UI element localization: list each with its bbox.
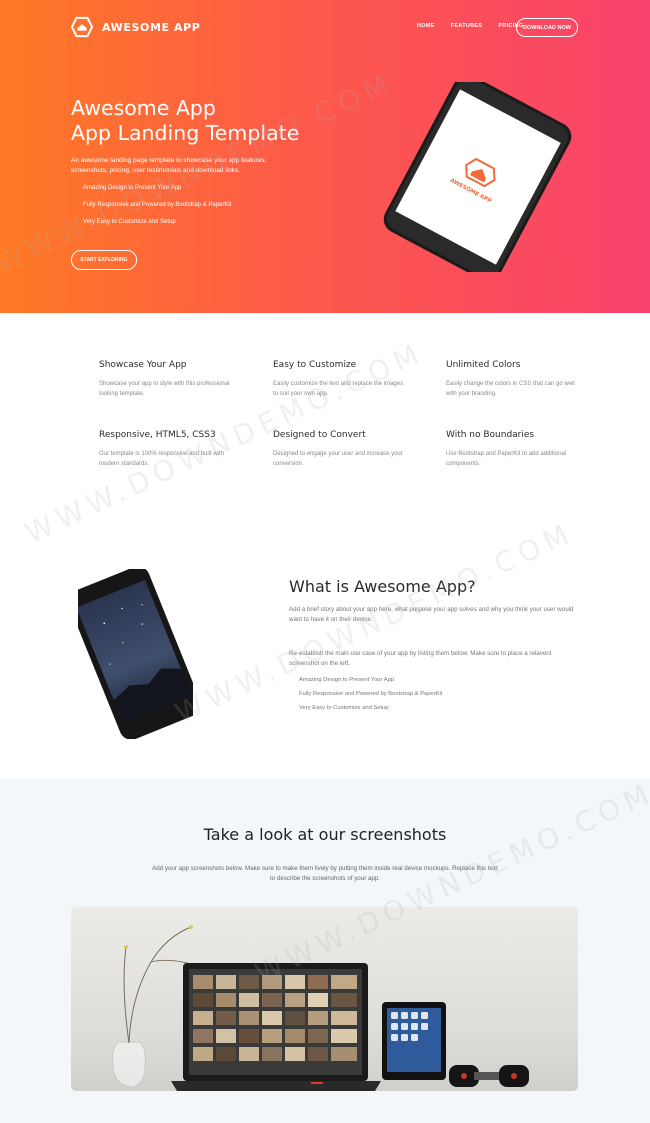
feature-title: With no Boundaries xyxy=(446,430,535,440)
feature-item: Responsive, HTML5, CSS3 Our template is … xyxy=(99,430,234,469)
list-item: Very Easy to Customize and Setup xyxy=(83,219,176,225)
logo-icon xyxy=(71,16,93,38)
feature-text: Our template is 100% responsive and buil… xyxy=(99,451,225,467)
feature-title: Showcase Your App xyxy=(99,360,187,370)
features-section: Showcase Your App Showcase your app in s… xyxy=(0,313,650,523)
feature-title: Designed to Convert xyxy=(273,430,366,440)
hero-description: An awesome landing page template to show… xyxy=(71,157,267,174)
download-now-button[interactable]: DOWNLOAD NOW xyxy=(516,18,578,37)
list-item: Fully Responsive and Powered by Bootstra… xyxy=(83,202,232,208)
about-phone-mockup xyxy=(78,569,193,739)
nav-link-features[interactable]: FEATURES xyxy=(451,23,483,29)
hero-feature-list: Amazing Design to Present Your App Fully… xyxy=(83,184,231,235)
feature-title: Responsive, HTML5, CSS3 xyxy=(99,430,216,440)
brand-name: AWESOME APP xyxy=(102,20,201,34)
brand-logo[interactable]: AWESOME APP xyxy=(71,16,200,38)
hero-title-line1: Awesome App xyxy=(71,96,216,120)
feature-text: Easily customize the text and replace th… xyxy=(273,381,404,397)
hero-title-line2: App Landing Template xyxy=(71,121,300,145)
feature-item: With no Boundaries Use Bootstrap and Pap… xyxy=(446,430,581,469)
feature-title: Unlimited Colors xyxy=(446,360,521,370)
about-section: What is Awesome App? Add a brief story a… xyxy=(0,523,650,779)
feature-item: Showcase Your App Showcase your app in s… xyxy=(99,360,234,399)
list-item: Very Easy to Customize and Setup xyxy=(299,705,389,711)
list-item: Amazing Design to Present Your App xyxy=(299,677,395,683)
main-nav: HOME FEATURES PRICING xyxy=(417,23,523,29)
screenshots-section: Take a look at our screenshots Add your … xyxy=(0,779,650,1123)
nav-link-home[interactable]: HOME xyxy=(417,23,435,29)
hero-title: Awesome App App Landing Template xyxy=(71,96,299,146)
start-exploring-button[interactable]: START EXPLORING xyxy=(71,250,137,270)
feature-item: Unlimited Colors Easily change the color… xyxy=(446,360,581,399)
about-title: What is Awesome App? xyxy=(289,577,476,596)
about-feature-list: Amazing Design to Present Your App Fully… xyxy=(299,676,442,718)
feature-text: Easily change the colors in CSS that can… xyxy=(446,381,575,397)
hero-section: AWESOME APP HOME FEATURES PRICING DOWNLO… xyxy=(0,0,650,313)
screenshots-text: Add your app screenshots below. Make sur… xyxy=(152,865,498,882)
list-item: Fully Responsive and Powered by Bootstra… xyxy=(299,691,443,697)
screenshots-title: Take a look at our screenshots xyxy=(203,825,447,844)
about-paragraph: Add a brief story about your app here, w… xyxy=(289,606,574,623)
feature-text: Showcase your app in style with this pro… xyxy=(99,381,230,397)
about-paragraph: Re-establish the main use case of your a… xyxy=(289,650,552,667)
screenshot-gallery[interactable] xyxy=(71,907,578,1091)
feature-text: Designed to engage your user and increas… xyxy=(273,451,403,467)
hero-phone-mockup: AWESOME APP xyxy=(383,82,572,272)
feature-title: Easy to Customize xyxy=(273,360,357,370)
device-mockup-image xyxy=(112,925,529,1091)
feature-item: Designed to Convert Designed to engage y… xyxy=(273,430,408,469)
feature-text: Use Bootstrap and PaperKit to add additi… xyxy=(446,451,567,467)
feature-item: Easy to Customize Easily customize the t… xyxy=(273,360,408,399)
list-item: Amazing Design to Present Your App xyxy=(83,185,182,191)
